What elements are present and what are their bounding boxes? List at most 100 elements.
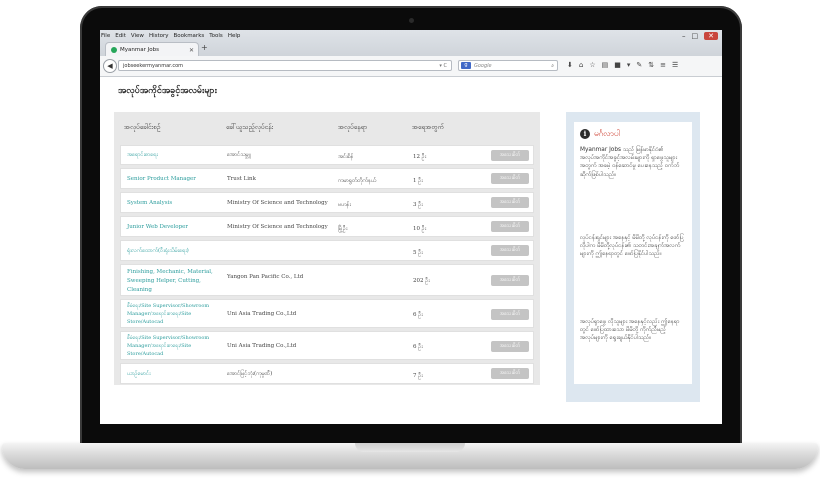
info-paragraph: Myanmar Jobs သည် မြန်မာနိုင်ငံ၏ အလုပ်အကိ… [580,147,680,178]
job-company: Ministry Of Science and Technology [227,200,328,206]
details-button[interactable]: အသေးစိတ် [491,245,529,256]
details-button[interactable]: အသေးစိတ် [491,173,529,184]
tab-title: Myanmar Jobs [120,47,159,53]
job-title-link[interactable]: အရောင်းစာရေး [127,151,222,160]
job-title-link[interactable]: စီမံရေး/Site Supervisor/Showroom Manager… [127,334,227,358]
job-count: 3 ဦး [413,202,423,208]
job-title-link[interactable]: Junior Web Developer [127,223,222,232]
details-button[interactable]: အသေးစိတ် [491,341,529,352]
job-location: ဗဟန်း [338,202,351,208]
job-count: 7 ဦး [413,373,423,379]
details-button[interactable]: အသေးစိတ် [491,368,529,379]
new-tab-button[interactable]: + [201,43,208,52]
details-button[interactable]: အသေးစိတ် [491,197,529,208]
info-icon: i [580,129,590,139]
minimize-icon[interactable]: – [682,32,686,40]
job-count: 5 ဦး [413,250,423,256]
job-company: အောင်သမ္ဘူ [227,152,251,158]
header-vacancies: အရေအတွက် [412,123,444,131]
maximize-icon[interactable]: □ [692,32,699,40]
header-company: ခေါ်ယူသည့်လုပ်ငန်း [226,123,274,131]
info-card: i မင်္ဂလာပါ Myanmar Jobs သည် မြန်မာနိုင်… [574,122,692,384]
menu-view[interactable]: View [131,32,144,40]
info-paragraph: အလုပ်ရှာဖွေ လိုသူများ အနေနှင့်လည်း ဤနေရာ… [580,319,680,342]
table-row[interactable]: ရုံးလက်ထောက်(ဝီးရုံးသိမ်းရေး) 5 ဦး အသေးစ… [120,240,534,261]
navigation-bar: ◀ jobseekermyanmar.com ▾ C g Google ⌕ ⬇ … [100,56,722,77]
job-count: 6 ဦး [413,344,423,350]
hamburger-menu-icon[interactable]: ☰ [672,60,678,71]
table-header: အလုပ်ခေါင်းစဉ် ခေါ်ယူသည့်လုပ်ငန်း အလုပ်န… [114,112,540,140]
library-icon[interactable]: ▤ [602,60,609,71]
close-window-icon[interactable]: ✕ [704,32,718,40]
job-title-link[interactable]: စီမံရေး/Site Supervisor/Showroom Manager… [127,302,227,326]
tab-myanmar-jobs[interactable]: Myanmar Jobs ✕ [105,42,199,57]
tab-bar: File Edit View History Bookmarks Tools H… [100,30,722,57]
table-row[interactable]: စီမံရေး/Site Supervisor/Showroom Manager… [120,299,534,328]
menu-bar: File Edit View History Bookmarks Tools H… [100,32,240,40]
job-company: Trust Link [227,176,256,182]
details-button[interactable]: အသေးစိတ် [491,309,529,320]
table-row[interactable]: အရောင်းစာရေး အောင်သမ္ဘူ အင်းစိန် 12 ဦး အ… [120,145,534,165]
info-title: မင်္ဂလာပါ [594,129,620,138]
reader-icon[interactable]: ≡ [660,60,666,71]
job-company: အောင်မြင့်ဘုံး(ကုမ္ပဏီ) [227,371,273,377]
toolbar-icons: ⬇ ⌂ ☆ ▤ ■ ▾ ✎ ⇅ ≡ ☰ [567,60,678,71]
details-button[interactable]: အသေးစိတ် [491,150,529,161]
reload-icon[interactable]: ▾ C [439,61,447,72]
job-company: Uni Asia Trading Co.,Ltd [227,343,297,349]
back-arrow-icon[interactable]: ◀ [103,59,117,73]
search-box[interactable]: g Google ⌕ [458,60,558,71]
menu-bookmarks[interactable]: Bookmarks [174,32,205,40]
table-row[interactable]: စီမံရေး/Site Supervisor/Showroom Manager… [120,331,534,360]
table-row[interactable]: Finishing, Mechanic, Material, Sweeping … [120,264,534,296]
search-placeholder: Google [474,63,492,69]
url-text: jobseekermyanmar.com [123,63,184,69]
addon-icon[interactable]: ■ [614,60,621,71]
menu-file[interactable]: File [101,32,110,40]
page-title: အလုပ်အကိုင်အခွင့်အလမ်းများ [118,86,217,96]
job-title-link[interactable]: ရုံးလက်ထောက်(ဝီးရုံးသိမ်းရေး) [127,247,237,256]
menu-edit[interactable]: Edit [115,32,126,40]
menu-history[interactable]: History [149,32,169,40]
table-row[interactable]: ယာဉ်မောင်း အောင်မြင့်ဘုံး(ကုမ္ပဏီ) 7 ဦး … [120,363,534,384]
job-location: အင်းစိန် [338,154,354,160]
job-title-link[interactable]: Senior Product Manager [127,175,222,184]
header-location: အလုပ်နေရာ [338,123,368,131]
job-company: Ministry Of Science and Technology [227,224,328,230]
menu-help[interactable]: Help [228,32,241,40]
job-company: Yangon Pan Pacific Co., Ltd [227,274,304,280]
download-icon[interactable]: ⬇ [567,60,573,71]
job-title-link[interactable]: Finishing, Mechanic, Material, Sweeping … [127,268,222,295]
bookmark-star-icon[interactable]: ☆ [589,60,595,71]
favicon-icon [111,47,117,53]
pen-icon[interactable]: ✎ [636,60,642,71]
job-count: 1 ဦး [413,178,423,184]
job-count: 12 ဦး [413,154,427,160]
home-icon[interactable]: ⌂ [579,60,583,71]
google-logo-icon: g [461,62,471,69]
header-job-title: အလုပ်ခေါင်းစဉ် [124,123,161,131]
browser-window: File Edit View History Bookmarks Tools H… [100,30,722,424]
info-header: i မင်္ဂလာပါ [580,128,620,140]
jobs-table: အလုပ်ခေါင်းစဉ် ခေါ်ယူသည့်လုပ်ငန်း အလုပ်န… [114,112,540,385]
details-button[interactable]: အသေးစိတ် [491,221,529,232]
job-count: 6 ဦး [413,312,423,318]
pocket-icon[interactable]: ▾ [627,60,631,71]
address-bar[interactable]: jobseekermyanmar.com ▾ C [118,60,452,71]
job-title-link[interactable]: System Analysis [127,199,222,208]
magnifier-icon[interactable]: ⌕ [551,61,554,71]
sync-icon[interactable]: ⇅ [648,60,654,71]
job-location: ကမာရွတ်တိုက်နယ် [338,178,377,184]
info-sidebar: i မင်္ဂလာပါ Myanmar Jobs သည် မြန်မာနိုင်… [566,112,700,402]
table-row[interactable]: Senior Product Manager Trust Link ကမာရွတ… [120,168,534,189]
job-count: 202 ဦး [413,278,430,284]
table-row[interactable]: Junior Web Developer Ministry Of Science… [120,216,534,237]
menu-tools[interactable]: Tools [209,32,223,40]
window-controls: – □ ✕ [682,32,718,40]
close-tab-icon[interactable]: ✕ [189,47,194,54]
job-title-link[interactable]: ယာဉ်မောင်း [127,370,222,379]
details-button[interactable]: အသေးစိတ် [491,275,529,286]
job-company: Uni Asia Trading Co.,Ltd [227,311,297,317]
table-row[interactable]: System Analysis Ministry Of Science and … [120,192,534,213]
job-count: 10 ဦး [413,226,427,232]
